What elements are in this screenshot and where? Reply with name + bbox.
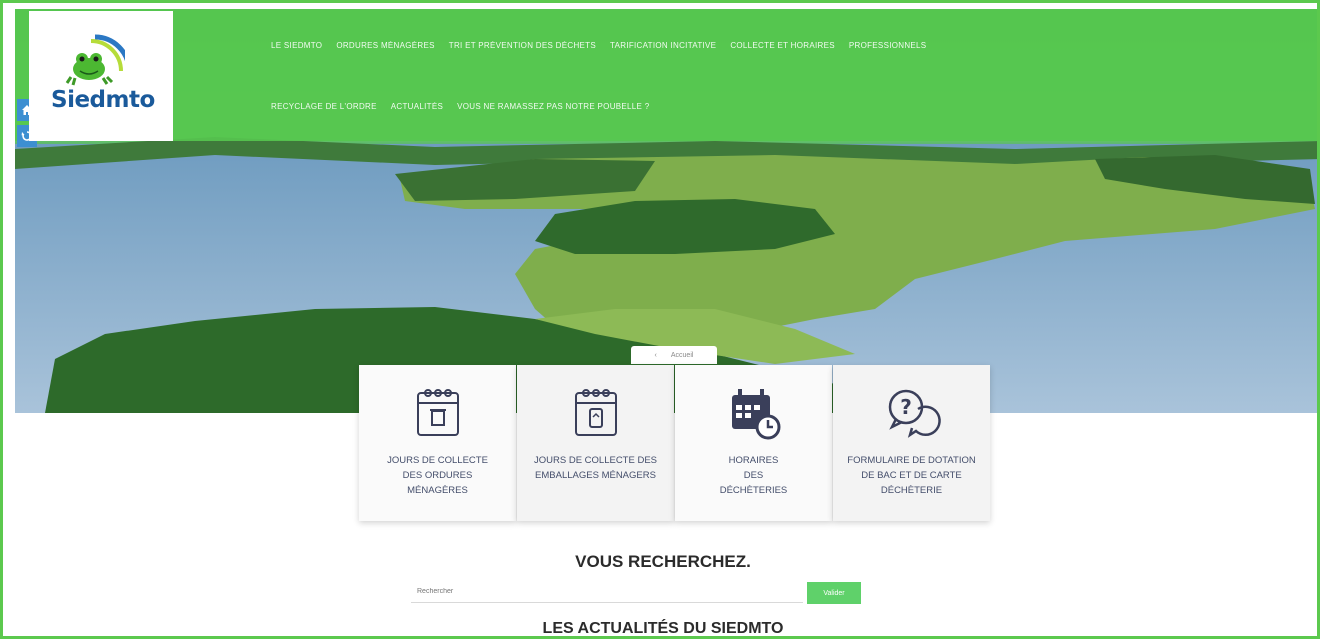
question-chat-icon: ? bbox=[888, 389, 941, 438]
card-label: Horaires des déchèteries bbox=[719, 455, 788, 496]
card-collecte-emballages[interactable]: Jours de collecte des emballages ménager… bbox=[517, 365, 674, 521]
page-frame: Siedmto Le Siedmto Ordures ménagères Tri… bbox=[0, 0, 1320, 639]
nav-item-actualites[interactable]: Actualités bbox=[391, 102, 443, 111]
card-horaires-decheteries[interactable]: Horaires des déchèteries bbox=[675, 365, 832, 521]
breadcrumb: ‹ Accueil bbox=[631, 346, 717, 364]
nav-item-tarification[interactable]: Tarification incitative bbox=[610, 41, 716, 50]
search-input[interactable] bbox=[411, 581, 803, 603]
quick-access-cards: Jours de collecte des ordures ménagères … bbox=[359, 365, 991, 521]
nav-item-tri-prevention[interactable]: Tri et prévention des déchets bbox=[449, 41, 596, 50]
card-formulaire-dotation[interactable]: ? Formulaire de dotation de bac et de ca… bbox=[833, 365, 990, 521]
card-collecte-ordures[interactable]: Jours de collecte des ordures ménagères bbox=[359, 365, 516, 521]
nav-item-collecte-horaires[interactable]: Collecte et horaires bbox=[730, 41, 835, 50]
card-label: Jours de collecte des ordures ménagères bbox=[387, 455, 488, 496]
nav-item-poubelle[interactable]: Vous ne ramassez pas notre poubelle ? bbox=[457, 102, 649, 111]
calendar-trash-icon bbox=[416, 389, 459, 436]
search-title: VOUS RECHERCHEZ. bbox=[575, 552, 751, 571]
svg-text:?: ? bbox=[900, 395, 912, 419]
nav-item-le-siedmto[interactable]: Le Siedmto bbox=[271, 41, 322, 50]
nav-item-professionnels[interactable]: Professionnels bbox=[849, 41, 927, 50]
search-button[interactable]: Valider bbox=[807, 582, 861, 604]
calendar-recycle-icon bbox=[574, 389, 617, 436]
nav-row-1: Le Siedmto Ordures ménagères Tri et prév… bbox=[271, 41, 991, 50]
card-label: Jours de collecte des emballages ménager… bbox=[534, 455, 657, 481]
card-label: Formulaire de dotation de bac et de cart… bbox=[847, 455, 976, 496]
breadcrumb-separator: ‹ bbox=[654, 351, 657, 359]
nav-row-2: Recyclage de l'ordre Actualités Vous ne … bbox=[271, 102, 991, 111]
logo[interactable]: Siedmto bbox=[29, 11, 173, 141]
calendar-clock-icon bbox=[731, 389, 780, 440]
news-section-title: LES ACTUALITÉS DU SIEDMTO bbox=[542, 620, 784, 637]
nav-item-ordures-menageres[interactable]: Ordures ménagères bbox=[336, 41, 434, 50]
nav-item-recyclage[interactable]: Recyclage de l'ordre bbox=[271, 102, 377, 111]
logo-text: Siedmto bbox=[51, 87, 155, 113]
breadcrumb-home[interactable]: Accueil bbox=[671, 352, 694, 359]
frog-logo-icon bbox=[65, 34, 125, 86]
main-navigation: Le Siedmto Ordures ménagères Tri et prév… bbox=[271, 41, 991, 163]
